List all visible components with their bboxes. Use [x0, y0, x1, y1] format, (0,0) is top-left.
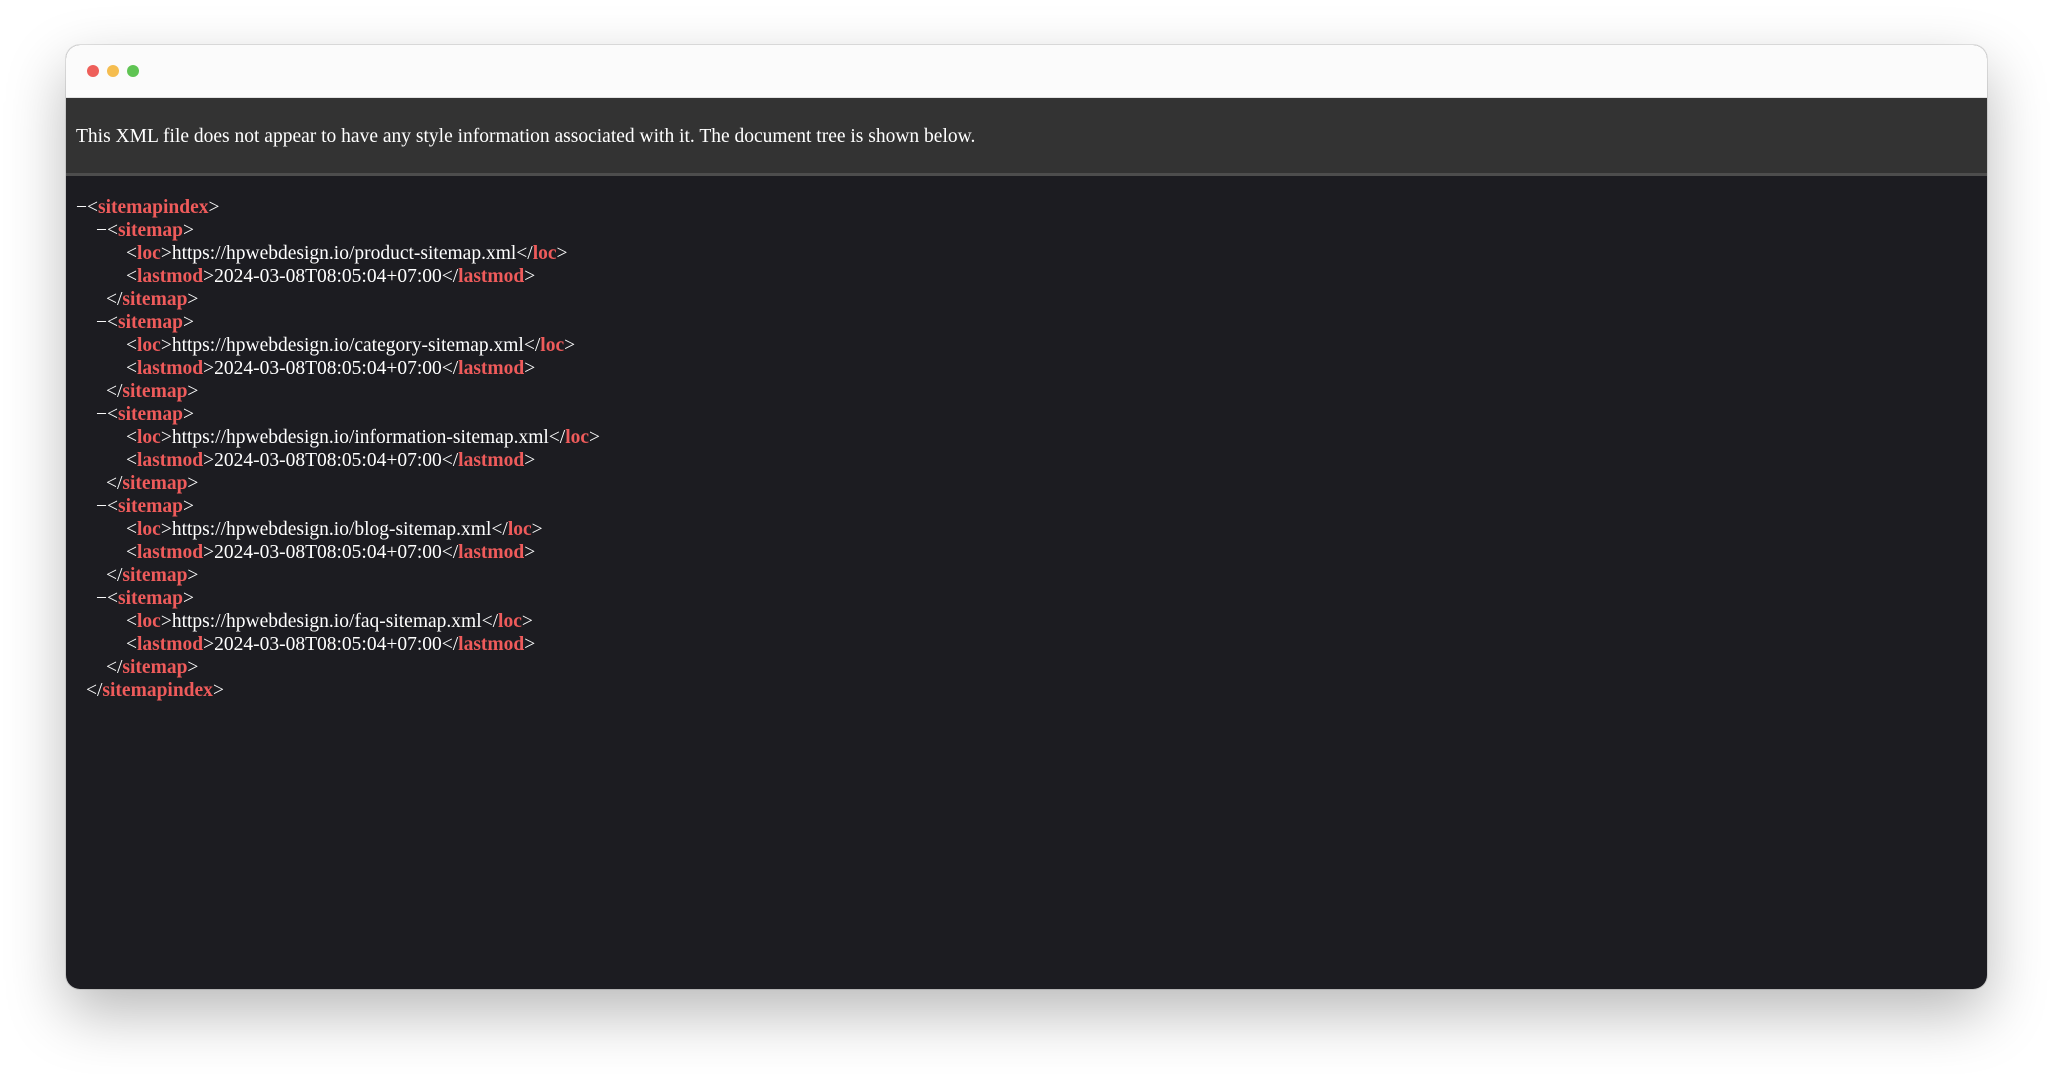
- xml-tag-name: loc: [137, 611, 161, 632]
- sitemap-close-line: </sitemap>: [106, 565, 199, 586]
- xml-root-open-line: −<sitemapindex>: [76, 197, 220, 218]
- loc-line: <loc>https://hpwebdesign.io/category-sit…: [126, 335, 576, 356]
- minimize-window-button[interactable]: [107, 65, 119, 77]
- sitemap-open-line: −<sitemap>: [96, 496, 194, 517]
- xml-tag-name: lastmod: [458, 450, 525, 471]
- xml-tag-name: lastmod: [137, 634, 204, 655]
- sitemap-open-line: −<sitemap>: [96, 312, 194, 333]
- browser-window: This XML file does not appear to have an…: [66, 45, 1987, 989]
- close-window-button[interactable]: [87, 65, 99, 77]
- xml-tag-name: loc: [532, 243, 557, 264]
- xml-info-banner: This XML file does not appear to have an…: [66, 98, 1987, 176]
- loc-line: <loc>https://hpwebdesign.io/information-…: [126, 427, 601, 448]
- xml-root-close-line: </sitemapindex>: [86, 680, 224, 701]
- lastmod-line: <lastmod>2024-03-08T08:05:04+07:00</last…: [126, 450, 536, 471]
- sitemap-open-line: −<sitemap>: [96, 404, 194, 425]
- lastmod-line: <lastmod>2024-03-08T08:05:04+07:00</last…: [126, 542, 536, 563]
- loc-url: https://hpwebdesign.io/category-sitemap.…: [171, 335, 524, 356]
- collapse-toggle[interactable]: −: [96, 220, 107, 241]
- sitemap-entry: −<sitemap> <loc>https://hpwebdesign.io/in…: [76, 403, 1987, 495]
- xml-tag-name: sitemap: [118, 588, 183, 609]
- collapse-toggle[interactable]: −: [76, 197, 87, 218]
- xml-tag-name: sitemap: [122, 289, 188, 310]
- xml-tag-name: lastmod: [137, 542, 204, 563]
- xml-info-text: This XML file does not appear to have an…: [76, 126, 976, 147]
- zoom-window-button[interactable]: [127, 65, 139, 77]
- lastmod-value: 2024-03-08T08:05:04+07:00: [214, 450, 442, 471]
- xml-tag-name: sitemap: [118, 404, 183, 425]
- xml-tag-name: sitemap: [118, 220, 183, 241]
- lastmod-value: 2024-03-08T08:05:04+07:00: [214, 634, 442, 655]
- xml-tag-name: sitemap: [118, 312, 183, 333]
- lastmod-line: <lastmod>2024-03-08T08:05:04+07:00</last…: [126, 266, 536, 287]
- xml-tag-name: loc: [565, 427, 590, 448]
- loc-url: https://hpwebdesign.io/product-sitemap.x…: [171, 243, 517, 264]
- lastmod-line: <lastmod>2024-03-08T08:05:04+07:00</last…: [126, 358, 536, 379]
- xml-tag-name: loc: [498, 611, 522, 632]
- xml-tag-name: lastmod: [137, 266, 204, 287]
- sitemap-open-line: −<sitemap>: [96, 220, 194, 241]
- sitemap-close-line: </sitemap>: [106, 381, 199, 402]
- collapse-toggle[interactable]: −: [96, 588, 107, 609]
- lastmod-line: <lastmod>2024-03-08T08:05:04+07:00</last…: [126, 634, 536, 655]
- sitemap-close-line: </sitemap>: [106, 289, 199, 310]
- sitemap-close-line: </sitemap>: [106, 473, 199, 494]
- xml-tag-name: sitemap: [122, 473, 188, 494]
- sitemap-entry: −<sitemap> <loc>https://hpwebdesign.io/fa…: [76, 587, 1987, 679]
- xml-tag-name: sitemap: [122, 565, 188, 586]
- xml-tag-name: lastmod: [458, 634, 525, 655]
- lastmod-value: 2024-03-08T08:05:04+07:00: [214, 542, 442, 563]
- sitemap-entry: −<sitemap> <loc>https://hpwebdesign.io/bl…: [76, 495, 1987, 587]
- xml-tag-name: loc: [137, 427, 161, 448]
- xml-tag-name: lastmod: [458, 542, 525, 563]
- xml-tag-name: lastmod: [458, 266, 525, 287]
- xml-tag-name: sitemap: [122, 657, 188, 678]
- sitemap-close-line: </sitemap>: [106, 657, 199, 678]
- xml-tag-name: lastmod: [137, 358, 204, 379]
- xml-tag-name: sitemap: [122, 381, 188, 402]
- loc-line: <loc>https://hpwebdesign.io/product-site…: [126, 243, 568, 264]
- xml-tag-name: loc: [540, 335, 565, 356]
- sitemap-list: −<sitemap> <loc>https://hpwebdesign.io/pr…: [76, 219, 1987, 679]
- xml-tag-name: sitemapindex: [102, 680, 213, 701]
- sitemap-entry: −<sitemap> <loc>https://hpwebdesign.io/pr…: [76, 219, 1987, 311]
- xml-document-tree: −<sitemapindex> −<sitemap> <loc>https://h…: [66, 176, 1987, 702]
- xml-tag-name: sitemapindex: [98, 197, 209, 218]
- title-bar: [66, 45, 1987, 98]
- xml-tag-name: lastmod: [458, 358, 525, 379]
- loc-url: https://hpwebdesign.io/faq-sitemap.xml: [171, 611, 482, 632]
- xml-tag-name: loc: [507, 519, 532, 540]
- collapse-toggle[interactable]: −: [96, 496, 107, 517]
- loc-url: https://hpwebdesign.io/information-sitem…: [171, 427, 549, 448]
- collapse-toggle[interactable]: −: [96, 404, 107, 425]
- loc-url: https://hpwebdesign.io/blog-sitemap.xml: [171, 519, 492, 540]
- xml-tag-name: loc: [137, 243, 161, 264]
- xml-tag-name: sitemap: [118, 496, 183, 517]
- lastmod-value: 2024-03-08T08:05:04+07:00: [214, 266, 442, 287]
- collapse-toggle[interactable]: −: [96, 312, 107, 333]
- xml-tag-name: lastmod: [137, 450, 204, 471]
- lastmod-value: 2024-03-08T08:05:04+07:00: [214, 358, 442, 379]
- sitemap-entry: −<sitemap> <loc>https://hpwebdesign.io/ca…: [76, 311, 1987, 403]
- loc-line: <loc>https://hpwebdesign.io/faq-sitemap.…: [126, 611, 533, 632]
- sitemap-open-line: −<sitemap>: [96, 588, 194, 609]
- xml-tag-name: loc: [137, 519, 161, 540]
- loc-line: <loc>https://hpwebdesign.io/blog-sitemap…: [126, 519, 543, 540]
- xml-tag-name: loc: [137, 335, 161, 356]
